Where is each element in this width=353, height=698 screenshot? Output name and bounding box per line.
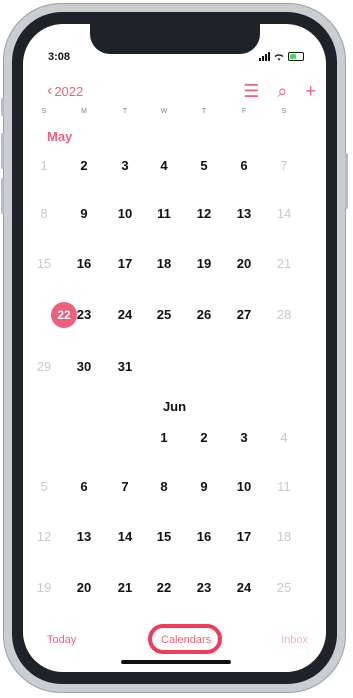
screen: 3:08 ‹ 2022 ☰ ⌕ + S M T W T F S May 1 2 … bbox=[23, 24, 326, 672]
day-cell[interactable]: 5 bbox=[183, 158, 225, 173]
month-label-jun: Jun bbox=[162, 399, 187, 414]
day-cell[interactable]: 24 bbox=[104, 307, 146, 322]
search-icon[interactable]: ⌕ bbox=[277, 82, 287, 100]
day-cell[interactable]: 3 bbox=[104, 158, 146, 173]
day-cell[interactable]: 28 bbox=[263, 307, 305, 322]
day-cell[interactable]: 4 bbox=[263, 430, 305, 445]
day-cell[interactable]: 19 bbox=[23, 580, 65, 595]
day-cell[interactable]: 21 bbox=[263, 256, 305, 271]
bottom-toolbar: Today Calendars Inbox bbox=[23, 624, 326, 654]
day-cell[interactable]: 8 bbox=[143, 479, 185, 494]
day-cell[interactable]: 25 bbox=[263, 580, 305, 595]
day-cell[interactable]: 15 bbox=[23, 256, 65, 271]
day-cell[interactable]: 23 bbox=[183, 580, 225, 595]
add-icon[interactable]: + bbox=[305, 82, 316, 100]
day-cell[interactable]: 12 bbox=[23, 529, 65, 544]
day-cell[interactable]: 14 bbox=[104, 529, 146, 544]
weekday-label: S bbox=[281, 108, 287, 115]
day-cell[interactable]: 11 bbox=[143, 206, 185, 221]
navigation-bar: ‹ 2022 ☰ ⌕ + bbox=[23, 82, 326, 104]
day-cell[interactable]: 10 bbox=[223, 479, 265, 494]
day-cell[interactable]: 9 bbox=[63, 206, 105, 221]
day-cell[interactable]: 6 bbox=[63, 479, 105, 494]
day-cell[interactable]: 6 bbox=[223, 158, 265, 173]
volume-up-button bbox=[1, 133, 4, 169]
day-cell[interactable]: 29 bbox=[23, 359, 65, 374]
day-cell[interactable]: 19 bbox=[183, 256, 225, 271]
day-cell[interactable]: 1 bbox=[143, 430, 185, 445]
home-indicator bbox=[121, 660, 231, 664]
day-cell[interactable]: 14 bbox=[263, 206, 305, 221]
day-cell[interactable]: 9 bbox=[183, 479, 225, 494]
battery-icon bbox=[288, 52, 304, 61]
day-cell[interactable]: 24 bbox=[223, 580, 265, 595]
wifi-icon bbox=[274, 53, 284, 60]
day-cell[interactable]: 31 bbox=[104, 359, 146, 374]
day-cell[interactable]: 12 bbox=[183, 206, 225, 221]
nav-actions: ☰ ⌕ + bbox=[243, 82, 316, 100]
day-cell[interactable]: 10 bbox=[104, 206, 146, 221]
day-cell[interactable]: 20 bbox=[63, 580, 105, 595]
day-cell[interactable]: 17 bbox=[104, 256, 146, 271]
day-cell[interactable]: 13 bbox=[63, 529, 105, 544]
day-cell[interactable]: 27 bbox=[223, 307, 265, 322]
weekday-label: T bbox=[122, 108, 128, 115]
mute-switch bbox=[1, 98, 4, 116]
day-cell[interactable]: 2 bbox=[63, 158, 105, 173]
weekday-label: S bbox=[41, 108, 47, 115]
day-cell[interactable]: 15 bbox=[143, 529, 185, 544]
day-cell[interactable]: 30 bbox=[63, 359, 105, 374]
day-cell[interactable]: 21 bbox=[104, 580, 146, 595]
weekday-header: S M T W T F S bbox=[23, 108, 326, 120]
day-cell[interactable]: 17 bbox=[223, 529, 265, 544]
day-cell[interactable]: 22 bbox=[143, 580, 185, 595]
day-cell[interactable]: 2 bbox=[183, 430, 225, 445]
day-cell[interactable]: 25 bbox=[143, 307, 185, 322]
inbox-button[interactable]: Inbox bbox=[281, 634, 308, 646]
day-cell[interactable]: 23 bbox=[63, 307, 105, 322]
status-time: 3:08 bbox=[48, 51, 71, 63]
day-cell[interactable]: 7 bbox=[104, 479, 146, 494]
day-cell[interactable]: 8 bbox=[23, 206, 65, 221]
phone-frame: 3:08 ‹ 2022 ☰ ⌕ + S M T W T F S May 1 2 … bbox=[1, 3, 348, 693]
day-cell[interactable]: 11 bbox=[263, 479, 305, 494]
weekday-label: F bbox=[241, 108, 247, 115]
weekday-label: T bbox=[201, 108, 207, 115]
volume-down-button bbox=[1, 178, 4, 214]
day-cell[interactable]: 16 bbox=[63, 256, 105, 271]
today-button[interactable]: Today bbox=[47, 634, 76, 646]
day-cell[interactable]: 18 bbox=[143, 256, 185, 271]
weekday-label: W bbox=[160, 108, 168, 115]
day-cell[interactable]: 7 bbox=[263, 158, 305, 173]
status-icons bbox=[259, 52, 304, 61]
back-button[interactable]: ‹ 2022 bbox=[47, 82, 83, 100]
back-label: 2022 bbox=[54, 83, 84, 99]
day-cell[interactable]: 16 bbox=[183, 529, 225, 544]
signal-icon bbox=[259, 52, 270, 61]
day-cell[interactable]: 1 bbox=[23, 158, 65, 173]
day-cell[interactable]: 5 bbox=[23, 479, 65, 494]
day-cell[interactable]: 20 bbox=[223, 256, 265, 271]
phone-bezel: 3:08 ‹ 2022 ☰ ⌕ + S M T W T F S May 1 2 … bbox=[12, 12, 337, 684]
power-button bbox=[345, 153, 348, 209]
day-cell[interactable]: 3 bbox=[223, 430, 265, 445]
day-cell[interactable]: 26 bbox=[183, 307, 225, 322]
list-view-icon[interactable]: ☰ bbox=[243, 82, 259, 100]
calendars-button[interactable]: Calendars bbox=[161, 634, 211, 646]
notch bbox=[90, 24, 260, 54]
day-cell[interactable]: 13 bbox=[223, 206, 265, 221]
weekday-label: M bbox=[81, 108, 87, 115]
day-cell[interactable]: 4 bbox=[143, 158, 185, 173]
day-cell[interactable]: 18 bbox=[263, 529, 305, 544]
chevron-left-icon: ‹ bbox=[47, 82, 53, 99]
month-label-may: May bbox=[47, 129, 73, 144]
